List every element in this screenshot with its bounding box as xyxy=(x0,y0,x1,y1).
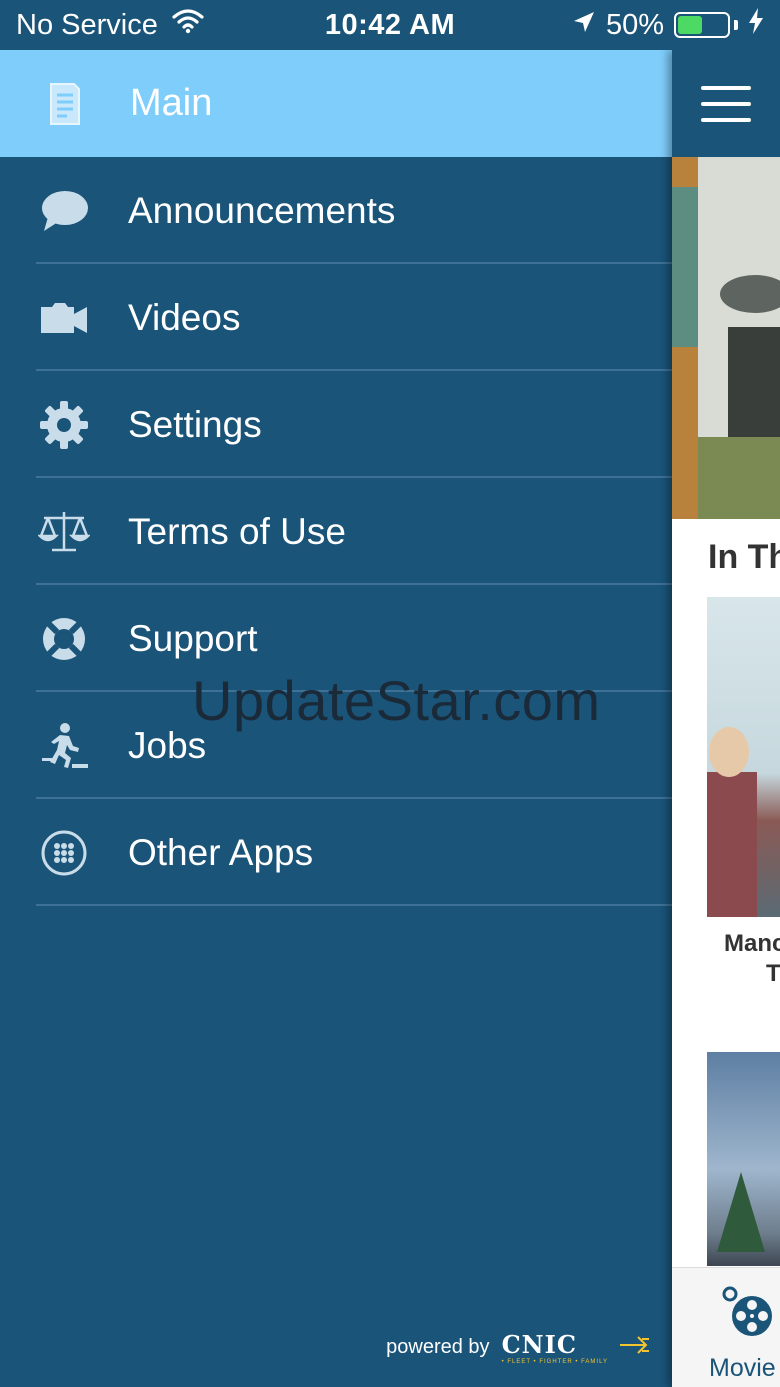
drawer-item-terms-of-use[interactable]: Terms of Use xyxy=(0,478,672,585)
drawer-item-main[interactable]: Main xyxy=(0,50,672,157)
charging-bolt-icon xyxy=(748,8,764,42)
tab-movies-label: Movie xyxy=(709,1354,776,1382)
location-arrow-icon xyxy=(572,9,596,42)
movie-title: Manc xyxy=(724,930,780,957)
powered-by-label: powered by xyxy=(386,1336,490,1358)
hamburger-menu-icon[interactable] xyxy=(701,85,751,122)
carrier-label: No Service xyxy=(16,8,158,41)
drawer-item-label: Announcements xyxy=(128,189,396,231)
movie-poster[interactable] xyxy=(707,1052,780,1266)
life-ring-icon xyxy=(36,611,92,667)
battery-level-bar xyxy=(678,16,702,34)
tab-bar: Movie xyxy=(672,1267,780,1387)
drawer-item-label: Settings xyxy=(128,403,262,445)
cnic-logo-tagline: • FLEET • FIGHTER • FAMILY xyxy=(501,1359,608,1365)
document-icon xyxy=(36,76,92,132)
status-bar: No Service 10:42 AM 50% xyxy=(0,0,780,50)
battery-icon xyxy=(674,12,730,38)
speech-bubble-icon xyxy=(36,183,92,239)
movie-poster[interactable] xyxy=(707,597,780,917)
video-camera-icon xyxy=(36,290,92,346)
drawer-item-label: Other Apps xyxy=(128,831,314,873)
movie-title-line2: T xyxy=(766,960,780,987)
powered-by-footer: powered by CNIC • FLEET • FIGHTER • FAMI… xyxy=(386,1330,650,1365)
drawer-item-settings[interactable]: Settings xyxy=(0,371,672,478)
drawer-item-announcements[interactable]: Announcements xyxy=(0,157,672,264)
main-nav-bar xyxy=(672,50,780,157)
scales-icon xyxy=(36,504,92,560)
drawer-item-label: Terms of Use xyxy=(128,510,346,552)
battery-cap xyxy=(734,20,738,30)
trident-icon xyxy=(620,1333,650,1362)
wifi-icon xyxy=(172,8,204,42)
hero-image[interactable] xyxy=(672,157,780,519)
drawer-item-other-apps[interactable]: Other Apps xyxy=(0,799,672,906)
film-reel-icon[interactable] xyxy=(722,1284,778,1340)
drawer-item-videos[interactable]: Videos xyxy=(0,264,672,371)
runner-icon xyxy=(36,718,92,774)
main-content-peek[interactable]: In Th Manc T Movie xyxy=(672,50,780,1387)
battery-percent: 50% xyxy=(605,8,664,41)
drawer-item-label: Support xyxy=(128,617,258,659)
drawer-item-label: Videos xyxy=(128,296,241,338)
cnic-logo: CNIC • FLEET • FIGHTER • FAMILY xyxy=(502,1330,608,1365)
watermark: UpdateStar.com xyxy=(192,669,601,732)
app-grid-icon xyxy=(36,825,92,881)
cnic-logo-text: CNIC xyxy=(501,1330,577,1359)
drawer-item-label: Main xyxy=(130,82,213,124)
gear-icon xyxy=(36,397,92,453)
section-title: In Th xyxy=(708,538,780,576)
